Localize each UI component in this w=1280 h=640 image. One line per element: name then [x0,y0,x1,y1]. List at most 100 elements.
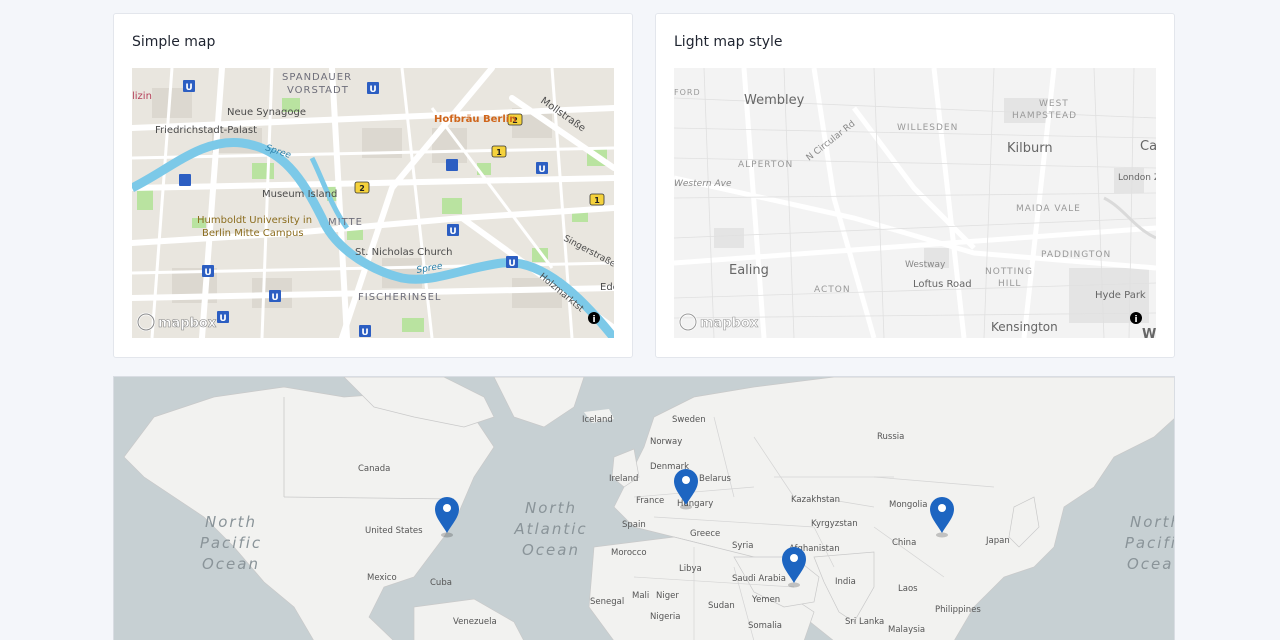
map-label: FORD [674,88,701,97]
svg-text:i: i [592,315,595,325]
map-label: Norway [650,437,682,447]
world-map[interactable]: Iceland Sweden Norway Russia Canada Denm… [113,376,1175,640]
map-label: India [835,577,856,587]
ocean-label: Pacific [1125,534,1175,552]
map-label: NOTTING [985,267,1033,277]
ocean-label: Atlantic [513,520,587,538]
map-label: Senegal [590,597,624,607]
map-label: Kensington [991,320,1058,334]
svg-text:U: U [508,259,515,269]
map-label: Sweden [672,415,706,425]
map-label: China [892,538,916,548]
map-label: Russia [877,432,904,442]
map-label: Western Ave [674,179,732,189]
svg-text:U: U [361,328,368,338]
map-label: HAMPSTEAD [1012,111,1077,121]
map-label: Yemen [751,595,780,605]
map-label: Hofbräu Berlin [434,114,516,125]
map-label: MITTE [328,217,363,228]
line-badge: 1 [496,148,502,157]
mapbox-wordmark: mapbox [700,316,759,331]
map-label: Canada [358,464,390,474]
map-label: Venezuela [453,617,497,627]
map-label: PADDINGTON [1041,250,1111,260]
map-label: ACTON [814,285,851,295]
map-label: WILLESDEN [897,123,958,133]
map-label: lizin [132,91,152,102]
ocean-label: Ocean [202,555,260,573]
map-label: Hyde Park [1095,290,1146,301]
light-map-card: Light map style FORD Wembley WEST HAMPST… [655,13,1175,358]
map-label: Berlin Mitte Campus [202,228,304,239]
map-label: Spain [622,520,646,530]
map-label: Westway [905,260,946,270]
map-label: Neue Synagoge [227,107,306,118]
map-label: Mexico [367,573,397,583]
map-label: ALPERTON [738,160,793,170]
map-label: Belarus [699,474,732,484]
map-label: Greece [690,529,720,539]
map-label: Kyrgyzstan [811,519,858,529]
map-label: Cuba [430,578,452,588]
map-label: Morocco [611,548,647,558]
svg-text:U: U [271,293,278,303]
line-badge: 2 [359,184,365,193]
svg-text:U: U [204,268,211,278]
simple-map-card: Simple map U U U U U U U U U 2 1 2 1 SPA… [113,13,633,358]
map-label: Iceland [582,415,613,425]
map-label: Kazakhstan [791,495,840,505]
map-label: Laos [898,584,918,594]
map-label: Museum Island [262,189,337,200]
map-label: London Z [1118,173,1156,183]
light-map-title: Light map style [674,34,783,50]
map-label: Mali [632,591,649,601]
map-label: Philippines [935,605,981,615]
map-label: Ede [600,282,614,293]
map-label: Nigeria [650,612,680,622]
light-map[interactable]: FORD Wembley WEST HAMPSTEAD WILLESDEN N … [674,68,1156,338]
svg-text:U: U [449,227,456,237]
simple-map-title: Simple map [132,34,216,50]
svg-text:i: i [1134,315,1137,325]
map-label: Mongolia [889,500,927,510]
map-label: MAIDA VALE [1016,204,1081,214]
simple-map[interactable]: U U U U U U U U U 2 1 2 1 SPANDAUER VORS… [132,68,614,338]
map-label: Malaysia [888,625,925,635]
svg-text:U: U [219,314,226,324]
ocean-label: Pacific [200,534,262,552]
map-label: HILL [998,279,1021,289]
svg-text:U: U [538,165,545,175]
map-label: Humboldt University in [197,215,312,226]
map-label: United States [365,526,423,536]
svg-text:U: U [185,83,192,93]
ocean-label: Ocean [1127,555,1175,573]
map-label: VORSTADT [287,85,349,96]
map-label: St. Nicholas Church [355,247,453,258]
ocean-label: North [205,513,257,531]
map-label: Ealing [729,263,769,278]
map-label: France [636,496,664,506]
map-label: Kilburn [1007,141,1053,156]
map-label: Ireland [609,474,638,484]
map-label: Libya [679,564,702,574]
map-label: Somalia [748,621,782,631]
map-label: Ca [1140,139,1156,154]
svg-text:U: U [369,85,376,95]
ocean-label: Ocean [522,541,580,559]
map-label: Loftus Road [913,279,972,290]
map-label: Syria [732,541,754,551]
map-label: Saudi Arabia [732,574,786,584]
line-badge: 1 [594,196,600,205]
map-label: Wembley [744,93,805,108]
map-label: W [1142,327,1156,338]
map-label: Friedrichstadt-Palast [155,125,257,136]
mapbox-wordmark: mapbox [158,316,217,331]
map-label: Japan [985,536,1010,546]
map-label: FISCHERINSEL [358,292,441,303]
map-label: Sri Lanka [845,617,884,627]
ocean-label: North [1130,513,1175,531]
map-label: SPANDAUER [282,72,352,83]
map-label: Sudan [708,601,735,611]
ocean-label: North [525,499,577,517]
map-label: WEST [1039,99,1069,109]
